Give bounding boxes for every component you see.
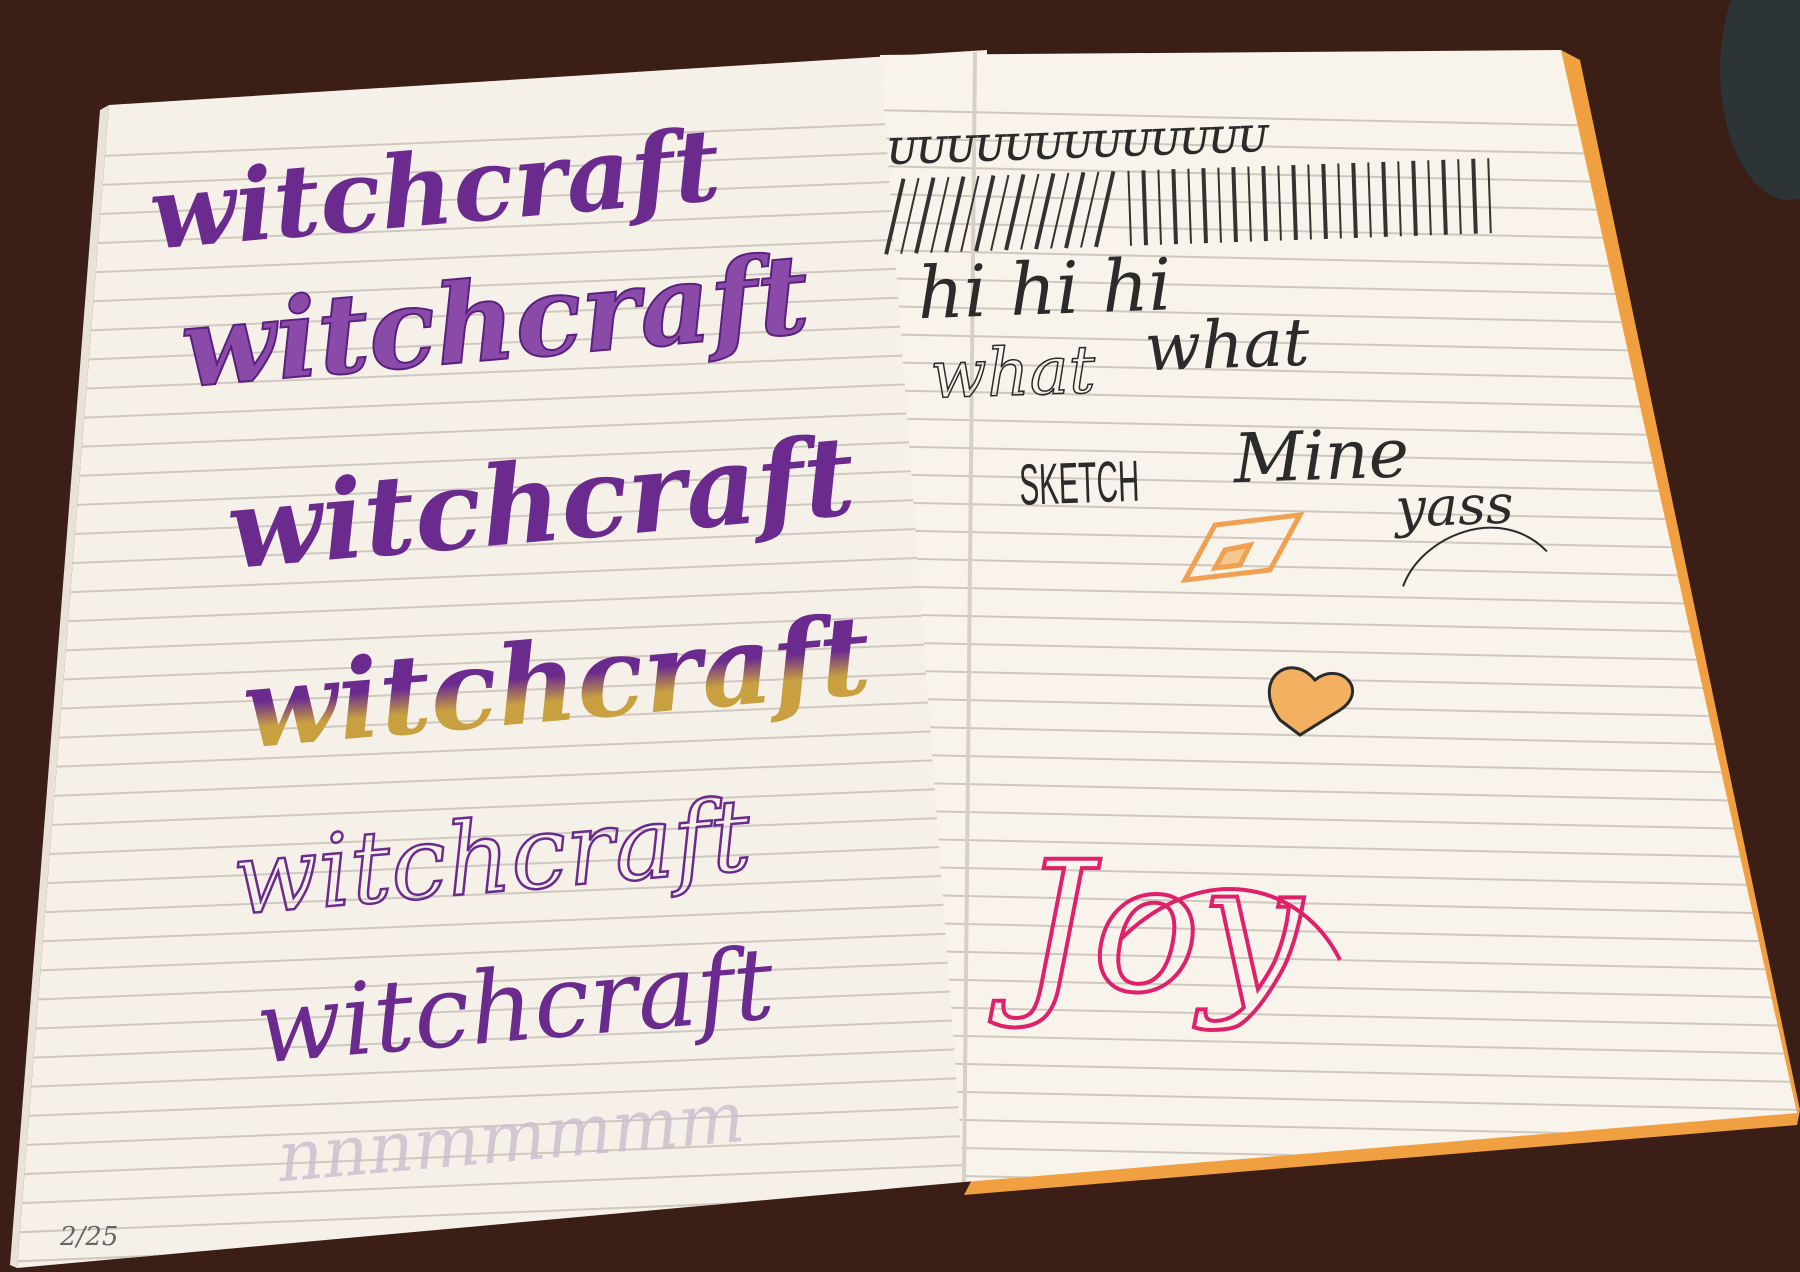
drill-stroke [1381,161,1388,237]
what-practice-1: what [929,331,1097,414]
drill-stroke [1291,164,1298,241]
hi-practice: hi hi hi [916,242,1173,335]
drill-stroke [1141,170,1149,246]
drill-stroke [1321,163,1328,240]
drill-stroke [1441,159,1448,235]
joy-lettering: Joy [989,824,1305,1033]
drill-stroke [1261,166,1268,242]
notebook-scene: witchcraft witchcraft witchcraft witchcr… [0,0,1800,1272]
mine-lettering: Mine [1230,414,1410,499]
drill-stroke [1201,168,1208,244]
sketch-lettering: SKETCH [1018,449,1140,518]
page-number: 2/25 [59,1222,118,1252]
yass-lettering: yass [1392,473,1514,540]
what-practice-2: what [1143,304,1311,387]
drill-stroke [1471,158,1478,234]
notebook-photo: witchcraft witchcraft witchcraft witchcr… [0,0,1800,1272]
drill-stroke [1411,160,1418,236]
drill-stroke [1171,169,1178,245]
drill-stroke [1231,167,1238,243]
drill-stroke [1351,162,1358,238]
